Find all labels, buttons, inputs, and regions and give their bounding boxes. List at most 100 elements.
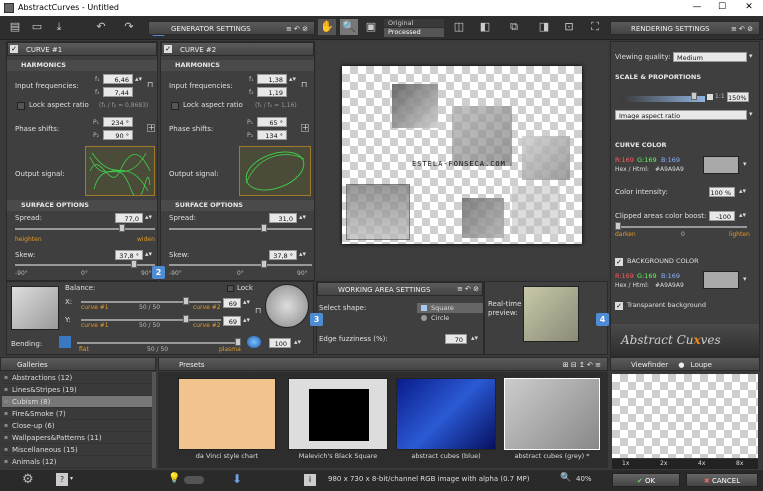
curve-2-f1-input[interactable]: 1,38	[257, 74, 287, 84]
loupe-toggle-icon[interactable]: ●	[678, 361, 684, 369]
toggle-icon[interactable]	[184, 476, 204, 484]
processed-tab[interactable]: Processed	[384, 28, 444, 37]
curve-2-spread-input[interactable]: 31,0	[269, 213, 297, 223]
clipped-knob[interactable]	[615, 222, 621, 230]
bending-input[interactable]: 100	[269, 338, 291, 348]
zoom-4x[interactable]: 4x	[698, 460, 705, 467]
curve-1-spread-spin-icon[interactable]: ▴▾	[145, 213, 152, 221]
gallery-item[interactable]: Lines&Stripes (19)	[2, 384, 152, 396]
aspect-ratio-select[interactable]: Image aspect ratio	[615, 110, 747, 120]
curve-color-section[interactable]: CURVE COLOR	[611, 140, 759, 151]
balance-x-slider[interactable]	[81, 301, 221, 303]
curve-1-freq-lock-icon[interactable]: ⊓	[147, 80, 153, 89]
curve-2-skew-input[interactable]: 37,8 °	[269, 250, 297, 260]
balance-x-input[interactable]: 69	[223, 298, 241, 308]
curve-1-p2-input[interactable]: 90 °	[103, 130, 133, 140]
bg-color-chevron-icon[interactable]: ▾	[743, 275, 747, 283]
balance-x-knob[interactable]	[183, 297, 189, 305]
bending-slider[interactable]	[77, 342, 241, 344]
working-area-menu-icon[interactable]: ≡ ↶ ⊘	[457, 282, 479, 296]
curve-1-p1-input[interactable]: 234 °	[103, 117, 133, 127]
curve-2-phase-add-icon[interactable]: +	[301, 124, 309, 132]
curve-1-f2-input[interactable]: 7,44	[103, 87, 133, 97]
curve-2-surface-section[interactable]: SURFACE OPTIONS	[161, 200, 314, 211]
curve-1-skew-input[interactable]: 37,8 °	[115, 250, 143, 260]
ok-button[interactable]: ✔ OK	[612, 473, 680, 487]
gallery-item[interactable]: Fire&Smoke (7)	[2, 408, 152, 420]
curve-2-p2-input[interactable]: 134 °	[257, 130, 287, 140]
zoom-1x[interactable]: 1x	[622, 460, 629, 467]
curve-1-lock-checkbox[interactable]	[17, 102, 25, 110]
zoom-2x[interactable]: 2x	[660, 460, 667, 467]
generator-menu-icon[interactable]: ≡ ↶ ⊘	[286, 22, 308, 36]
help-chevron-icon[interactable]: ▾	[70, 475, 73, 482]
settings-gear-icon[interactable]: ⚙	[22, 472, 34, 487]
undo-icon[interactable]: ↶	[92, 19, 110, 35]
curve-1-spread-slider[interactable]	[15, 228, 155, 230]
bg-color-swatch[interactable]	[703, 271, 739, 289]
import-icon[interactable]: ⬇	[232, 472, 242, 486]
curve-2-skew-slider[interactable]	[169, 264, 312, 266]
edge-fuzziness-spin-icon[interactable]: ▴▾	[471, 334, 478, 342]
balance-y-slider[interactable]	[81, 319, 221, 321]
info-icon[interactable]: ◨	[535, 19, 553, 35]
viewing-quality-chevron-icon[interactable]: ▾	[749, 52, 753, 60]
balance-link-icon[interactable]: ⊓	[255, 306, 261, 315]
aspect-chevron-icon[interactable]: ▾	[749, 110, 753, 118]
curve-1-f1-input[interactable]: 6,46	[103, 74, 133, 84]
clipped-slider[interactable]	[615, 226, 747, 228]
lightbulb-icon[interactable]: 💡	[168, 473, 180, 484]
curve-2-f2-input[interactable]: 1,19	[257, 87, 287, 97]
balance-y-knob[interactable]	[183, 315, 189, 323]
balance-lock-checkbox[interactable]	[227, 285, 234, 292]
compare-view-icon[interactable]: ◧	[476, 19, 494, 35]
close-button[interactable]: ✕	[738, 2, 760, 12]
curve-1-enable-checkbox[interactable]: ✓	[10, 45, 18, 53]
curve-color-swatch[interactable]	[703, 156, 739, 174]
curve-2-spread-slider[interactable]	[169, 228, 312, 230]
balance-x-spin-icon[interactable]: ▴▾	[243, 298, 250, 306]
hand-tool-icon[interactable]: ✋	[318, 19, 336, 35]
bg-color-checkbox[interactable]: ✓	[615, 258, 623, 266]
curve-1-skew-spin-icon[interactable]: ▴▾	[145, 250, 152, 258]
transparent-bg-checkbox[interactable]: ✓	[615, 302, 623, 310]
scale-section[interactable]: SCALE & PROPORTIONS	[611, 72, 759, 83]
curve-2-freq-lock-icon[interactable]: ⊓	[301, 80, 307, 89]
curve-2-lock-checkbox[interactable]	[171, 102, 179, 110]
gallery-item[interactable]: Miscellaneous (15)	[2, 444, 152, 456]
balance-y-input[interactable]: 69	[223, 316, 241, 326]
fit-view-icon[interactable]: ⊡	[560, 19, 578, 35]
maximize-button[interactable]: ☐	[711, 2, 733, 12]
preset-thumb-4[interactable]	[504, 378, 600, 450]
viewing-quality-select[interactable]: Medium	[673, 52, 747, 62]
redo-icon[interactable]: ↷	[120, 19, 138, 35]
zoom-tool-icon[interactable]: 🔍	[340, 19, 358, 35]
gallery-item[interactable]: Abstractions (12)	[2, 372, 152, 384]
curve-1-freq-spin-icon[interactable]: ▴▾	[135, 75, 142, 83]
curve-2-spread-spin-icon[interactable]: ▴▾	[299, 213, 306, 221]
curve-2-harmonics-section[interactable]: HARMONICS	[161, 60, 314, 71]
gallery-item[interactable]: Cubism (8)	[2, 396, 152, 408]
help-icon[interactable]: ?	[56, 473, 68, 486]
curve-1-skew-knob[interactable]	[131, 260, 137, 268]
minimize-button[interactable]: —	[686, 2, 708, 12]
clipped-input[interactable]: -100	[709, 211, 735, 221]
open-folder-icon[interactable]: ▭	[28, 19, 46, 35]
zoom-input[interactable]: 150%	[727, 92, 749, 102]
preset-thumb-1[interactable]	[178, 378, 276, 450]
gallery-item[interactable]: Close-up (6)	[2, 420, 152, 432]
edge-fuzziness-input[interactable]: 70	[445, 334, 467, 344]
bending-knob[interactable]	[235, 338, 241, 346]
curve-2-enable-checkbox[interactable]: ✓	[164, 45, 172, 53]
zoom-8x[interactable]: 8x	[736, 460, 743, 467]
curve-1-phase-add-icon[interactable]: +	[147, 124, 155, 132]
side-by-side-icon[interactable]: ⧉	[505, 19, 523, 35]
curve-1-spread-input[interactable]: 77,0	[115, 213, 143, 223]
curve-1-surface-section[interactable]: SURFACE OPTIONS	[7, 200, 157, 211]
preset-thumb-2[interactable]	[288, 378, 388, 450]
galleries-scrollbar[interactable]	[152, 372, 156, 468]
curve-2-freq-spin-icon[interactable]: ▴▾	[289, 75, 296, 83]
original-tab[interactable]: Original	[384, 19, 444, 27]
clipped-spin-icon[interactable]: ▴▾	[739, 211, 746, 219]
gallery-item[interactable]: Animals (12)	[2, 456, 152, 468]
